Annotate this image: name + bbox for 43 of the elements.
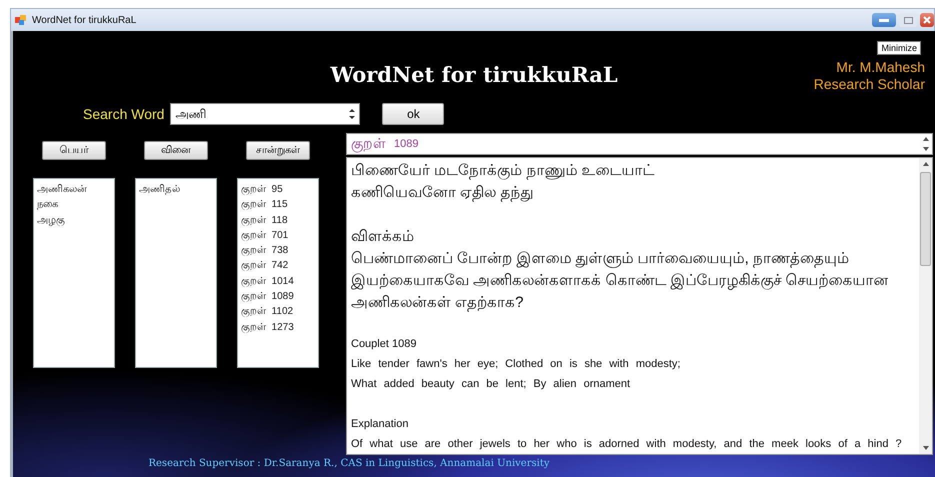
text-line: பெண்மானைப் போன்ற இளமை துள்ளும் பார்வையையும், நாணத்தையும் இயற்கையாகவே அணிகலன்களாகக் கொண்ட இப்பேரழகிக்குச் செயற்கையான அணிகலன்கள் எதற்காக?	[351, 249, 890, 314]
scrollbar[interactable]	[919, 158, 932, 454]
text-line: Of what use are other jewels to her who is adorned with modesty, and the meek looks of a hind ?	[351, 437, 903, 452]
text-line: கணியெவனோ ஏதில தந்து	[351, 183, 534, 204]
kural-label: குறள்	[351, 135, 386, 153]
list-item[interactable]: அணிதல்	[139, 182, 213, 198]
footer-text: Research Supervisor : Dr.Saranya R., CAS in Linguistics, Annamalai University	[148, 458, 550, 468]
list-item[interactable]: அணிகலன்	[37, 182, 111, 198]
category-button[interactable]: பெயர்	[42, 141, 106, 160]
category-button[interactable]: வினை	[144, 141, 208, 160]
app-icon	[15, 14, 27, 26]
list-item[interactable]: குறள் 1089	[241, 289, 315, 304]
text-line: What added beauty can be lent; By alien ornament	[351, 377, 632, 392]
list-item[interactable]: குறள் 1273	[241, 320, 315, 335]
list-item[interactable]: அழகு	[37, 212, 111, 228]
spinner-arrows-icon[interactable]	[349, 107, 356, 121]
minimize-button[interactable]	[872, 13, 896, 27]
author-text: Research Scholar	[814, 76, 925, 93]
ok-button[interactable]: ok	[382, 103, 444, 125]
maximize-button[interactable]	[899, 13, 917, 27]
search-label: Search Word	[83, 106, 164, 122]
text-line: Explanation	[351, 417, 410, 432]
list-item[interactable]: குறள் 118	[241, 212, 315, 228]
text-line: Couplet 1089	[351, 337, 418, 352]
list-item[interactable]: நகை	[37, 197, 111, 213]
text-line: பிணையேர் மடநோக்கும் நாணும் உடையாட்	[351, 161, 656, 182]
text-line: Like tender fawn's her eye; Clothed on is she with modesty;	[351, 357, 682, 372]
app-title: WordNet for tirukkuRaL	[330, 62, 618, 86]
list-item[interactable]: குறள் 701	[241, 228, 315, 244]
author-text: Mr. M.Mahesh	[836, 59, 925, 76]
list-item[interactable]: குறள் 738	[241, 243, 315, 258]
text-line: விளக்கம்	[351, 227, 415, 247]
close-button[interactable]	[920, 13, 934, 27]
tooltip: Minimize	[877, 41, 921, 55]
list-item[interactable]: குறள் 1014	[241, 274, 315, 290]
list-item[interactable]: குறள் 115	[241, 197, 315, 213]
list-item[interactable]: குறள் 1102	[241, 304, 315, 320]
search-field[interactable]: அணி	[170, 103, 360, 125]
kural-number: 1089	[394, 138, 418, 150]
category-button[interactable]: சான்றுகள்	[246, 141, 310, 160]
list-item[interactable]: குறள் 95	[241, 182, 315, 198]
window-title: WordNet for tirukkuRaL	[32, 14, 136, 26]
list-item[interactable]: குறள் 742	[241, 258, 315, 274]
